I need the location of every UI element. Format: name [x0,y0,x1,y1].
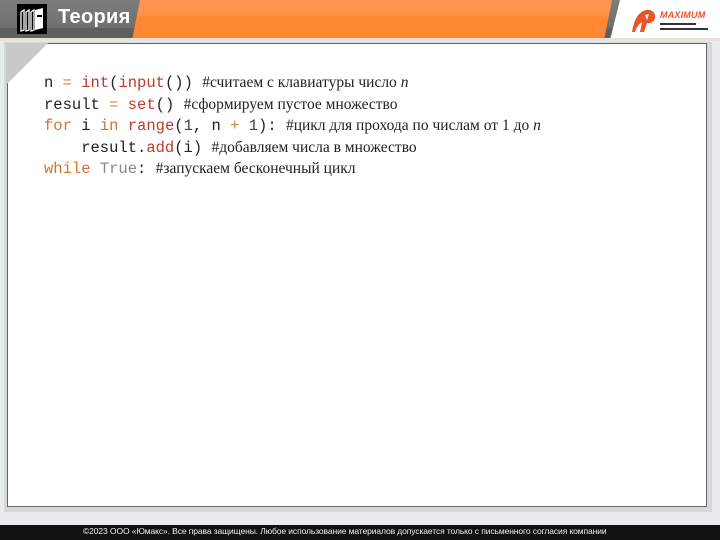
code-comment-text: #считаем с клавиатуры число [202,74,401,91]
code-token: 1 [248,117,259,135]
code-token: ( [174,117,184,135]
code-comment: #считаем с клавиатуры число n [202,74,408,91]
maximum-logo[interactable]: MAXIMUM [630,6,716,34]
code-line: for i in range(1, n + 1): #цикл для прох… [44,115,541,137]
code-statement: for i in range(1, n + 1): [44,117,286,135]
code-statement: result.add(i) [44,139,211,157]
code-token: i [71,117,100,135]
code-token: range [127,117,175,135]
code-line: result = set() #сформируем пустое множес… [44,94,541,116]
code-token: result. [44,138,147,157]
code-block: n = int(input()) #считаем с клавиатуры ч… [44,72,541,180]
code-comment-variable: n [533,117,541,134]
code-token: (i) [174,138,212,157]
code-token: : [137,160,156,178]
copyright-text: ©2023 ООО «Юмакс». Все права защищены. Л… [83,526,607,536]
code-token: ): [258,117,286,135]
code-comment-text: #добавляем числа в множество [211,138,417,156]
logo-tagline-line [660,28,708,30]
code-token: n [44,74,63,92]
code-comment-text: #запускаем бесконечный цикл [155,160,356,177]
header: Теория MAXIMUM [0,0,720,41]
code-token: 1 [183,117,193,135]
code-token: () [155,95,184,114]
code-statement: n = int(input()) [44,74,202,92]
code-token: for [44,117,72,135]
logo-tagline-line [660,23,696,25]
code-token: set [127,95,156,114]
code-token: = [62,74,72,92]
code-token: , n [192,117,231,135]
logo-text: MAXIMUM [660,10,706,20]
code-comment-text: #сформируем пустое множество [183,95,398,113]
code-comment: #сформируем пустое множество [184,96,398,113]
code-token: result [44,95,110,114]
code-token: int [81,74,110,92]
code-token: + [230,117,240,135]
code-comment-text: #цикл для прохода по числам от 1 до [285,117,534,134]
header-orange-band [132,0,612,40]
books-icon [17,4,47,34]
code-line: n = int(input()) #считаем с клавиатуры ч… [44,72,541,94]
code-statement: while True: [44,160,156,178]
code-comment: #запускаем бесконечный цикл [156,160,356,177]
code-comment: #добавляем числа в множество [211,139,416,156]
code-token: input [118,74,165,92]
footer: ©2023 ООО «Юмакс». Все права защищены. Л… [0,525,720,540]
code-token: in [99,117,119,135]
code-token: ()) [164,74,203,92]
code-token: while [44,160,91,178]
code-comment-variable: n [400,74,409,91]
code-token: add [146,138,175,157]
code-comment: #цикл для прохода по числам от 1 до n [286,117,541,134]
page-title: Теория [58,6,131,28]
code-line: result.add(i) #добавляем числа в множест… [44,137,541,159]
maximum-logo-icon [630,6,658,34]
code-token: True [99,160,138,178]
header-divider [0,38,720,41]
code-line: while True: #запускаем бесконечный цикл [44,158,541,180]
code-statement: result = set() [44,96,184,114]
